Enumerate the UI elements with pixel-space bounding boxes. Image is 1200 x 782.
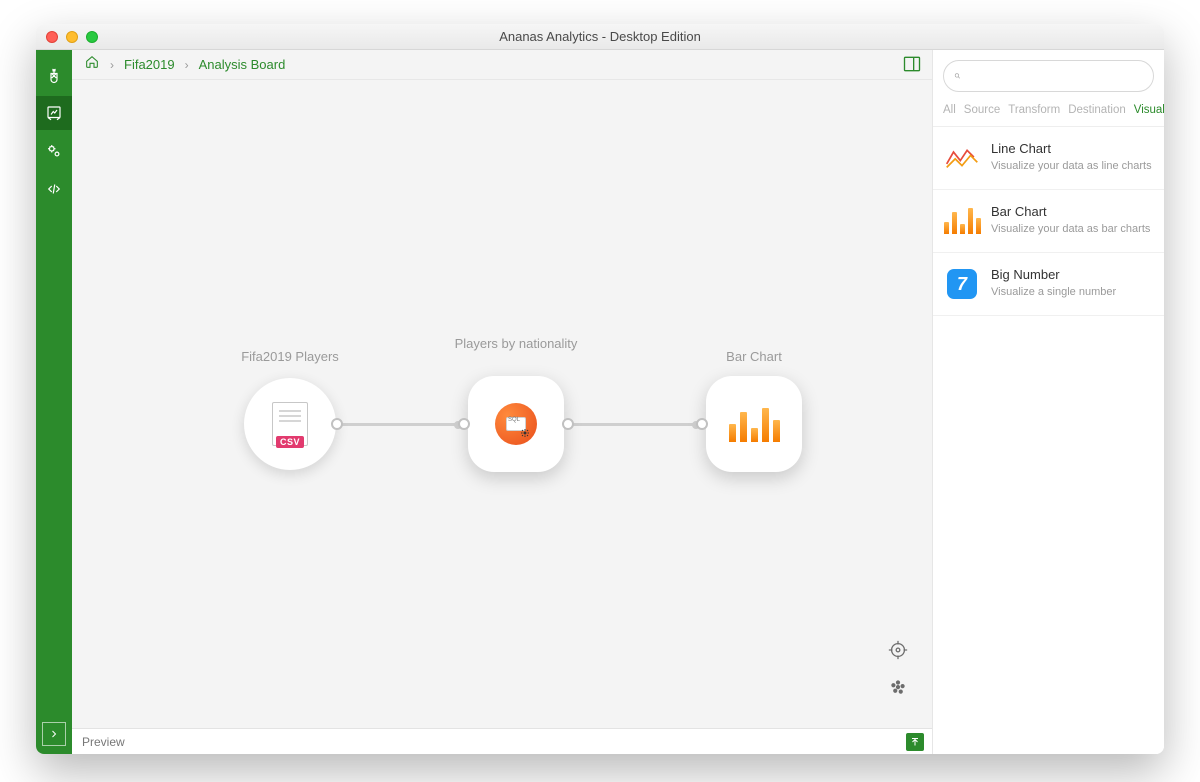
- titlebar: Ananas Analytics - Desktop Edition: [36, 24, 1164, 50]
- code-icon: [45, 180, 63, 198]
- list-item-desc: Visualize your data as bar charts: [991, 222, 1150, 236]
- window-controls: [46, 31, 98, 43]
- search-field[interactable]: [943, 60, 1154, 92]
- line-chart-icon: [945, 141, 979, 175]
- board-icon: [45, 104, 63, 122]
- preview-bar: Preview: [72, 728, 932, 754]
- node-label: Players by nationality: [446, 336, 586, 352]
- list-item-title: Bar Chart: [991, 204, 1150, 219]
- sidebar-item-code[interactable]: [36, 172, 72, 206]
- zoom-window-button[interactable]: [86, 31, 98, 43]
- node-output-port[interactable]: [562, 418, 574, 430]
- breadcrumb: › Fifa2019 › Analysis Board: [72, 50, 932, 80]
- pipeline-canvas[interactable]: Fifa2019 Players CSV Players by national…: [72, 80, 932, 728]
- sidebar: [36, 50, 72, 754]
- gears-icon: [45, 142, 63, 160]
- sidebar-expand-button[interactable]: [42, 722, 66, 746]
- list-item-bar-chart[interactable]: Bar Chart Visualize your data as bar cha…: [933, 190, 1164, 253]
- search-input[interactable]: [967, 69, 1143, 84]
- sidebar-item-settings[interactable]: [36, 134, 72, 168]
- recenter-button[interactable]: [884, 636, 912, 664]
- breadcrumb-sep-icon: ›: [185, 58, 189, 72]
- node-source-csv[interactable]: CSV: [244, 378, 336, 470]
- sidebar-item-overview[interactable]: [36, 58, 72, 92]
- edge: [568, 423, 696, 426]
- breadcrumb-home[interactable]: [84, 54, 100, 75]
- toggle-right-panel-button[interactable]: [902, 54, 922, 79]
- node-label: Fifa2019 Players: [220, 349, 360, 365]
- node-label: Bar Chart: [684, 349, 824, 365]
- bar-chart-icon: [945, 204, 979, 238]
- node-input-port[interactable]: [458, 418, 470, 430]
- auto-layout-button[interactable]: [884, 674, 912, 702]
- filter-transform[interactable]: Transform: [1008, 104, 1060, 116]
- node-transform-sql[interactable]: [468, 376, 564, 472]
- list-item-title: Line Chart: [991, 141, 1152, 156]
- scatter-icon: [887, 677, 909, 699]
- minimize-window-button[interactable]: [66, 31, 78, 43]
- big-number-icon: 7: [945, 267, 979, 301]
- csv-file-icon: CSV: [272, 402, 308, 446]
- expand-preview-button[interactable]: [906, 733, 924, 751]
- app-window: Ananas Analytics - Desktop Edition: [36, 24, 1164, 754]
- sidebar-item-board[interactable]: [36, 96, 72, 130]
- right-panel: All Source Transform Destination Visuali…: [932, 50, 1164, 754]
- main-column: › Fifa2019 › Analysis Board Fifa2019 Pla…: [72, 50, 932, 754]
- crosshair-icon: [887, 639, 909, 661]
- filter-all[interactable]: All: [943, 104, 956, 116]
- window-title: Ananas Analytics - Desktop Edition: [36, 29, 1164, 44]
- list-item-line-chart[interactable]: Line Chart Visualize your data as line c…: [933, 127, 1164, 190]
- breadcrumb-page: Analysis Board: [199, 57, 286, 72]
- component-list: Line Chart Visualize your data as line c…: [933, 127, 1164, 754]
- filter-source[interactable]: Source: [964, 104, 1000, 116]
- breadcrumb-project[interactable]: Fifa2019: [124, 57, 175, 72]
- close-window-button[interactable]: [46, 31, 58, 43]
- node-input-port[interactable]: [696, 418, 708, 430]
- arrow-up-icon: [909, 736, 921, 748]
- sql-transform-icon: [495, 403, 537, 445]
- search-icon: [954, 69, 961, 83]
- list-item-title: Big Number: [991, 267, 1116, 282]
- bar-chart-icon: [729, 406, 780, 442]
- filter-destination[interactable]: Destination: [1068, 104, 1126, 116]
- node-viz-barchart[interactable]: [706, 376, 802, 472]
- list-item-desc: Visualize a single number: [991, 285, 1116, 299]
- panel-icon: [902, 54, 922, 74]
- breadcrumb-sep-icon: ›: [110, 58, 114, 72]
- gear-icon: [519, 427, 531, 439]
- preview-label: Preview: [82, 735, 125, 749]
- list-item-big-number[interactable]: 7 Big Number Visualize a single number: [933, 253, 1164, 316]
- home-icon: [84, 54, 100, 70]
- list-item-desc: Visualize your data as line charts: [991, 159, 1152, 173]
- filter-tabs: All Source Transform Destination Visuali…: [933, 98, 1164, 127]
- edge: [330, 423, 458, 426]
- chevron-right-icon: [48, 728, 60, 740]
- filter-visualization[interactable]: Visualization: [1134, 104, 1164, 116]
- pineapple-icon: [45, 66, 63, 84]
- node-output-port[interactable]: [331, 418, 343, 430]
